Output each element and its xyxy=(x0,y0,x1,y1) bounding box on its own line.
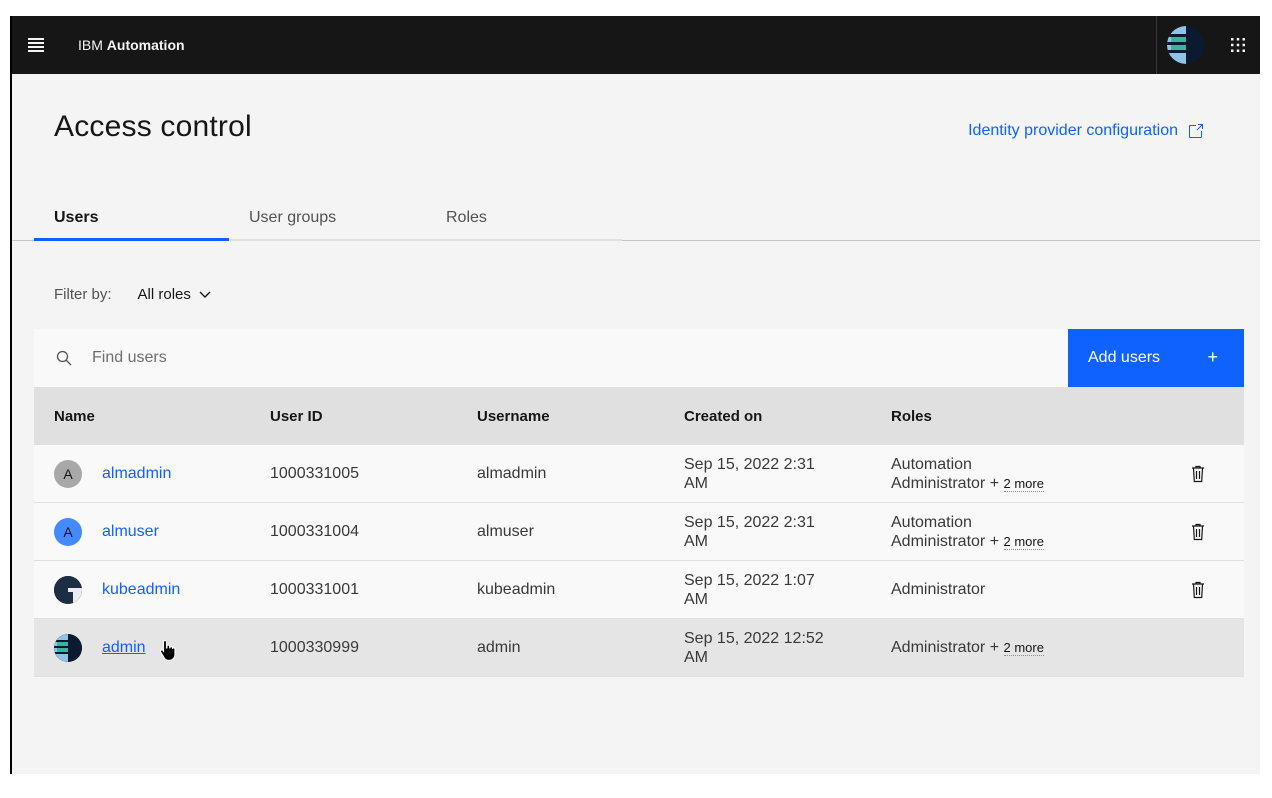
plus-icon: + xyxy=(1207,347,1218,367)
page-title: Access control xyxy=(54,110,252,143)
delete-icon[interactable] xyxy=(1190,523,1206,541)
chevron-down-icon xyxy=(199,291,211,298)
table-row[interactable]: kubeadmin 1000331001 kubeadmin Sep 15, 2… xyxy=(34,561,1244,619)
delete-icon[interactable] xyxy=(1190,465,1206,483)
user-image-icon xyxy=(54,575,82,604)
created-time-suffix: AM xyxy=(684,648,708,666)
roles-cell: Administrator xyxy=(891,580,1151,599)
table-row[interactable]: A almadmin 1000331005 almadmin Sep 15, 2… xyxy=(34,445,1244,503)
search-icon xyxy=(56,350,72,366)
created-time-suffix: AM xyxy=(684,590,708,608)
column-header-created-on[interactable]: Created on xyxy=(684,407,891,426)
roles-cell: Automation Administrator + 2 more xyxy=(891,513,1151,551)
tab-roles[interactable]: Roles xyxy=(426,197,622,241)
avatar: A xyxy=(54,517,82,546)
created-date: Sep 15, 2022 2:31 xyxy=(684,455,815,473)
user-avatar-icon xyxy=(1166,26,1205,64)
roles-cell: Automation Administrator + 2 more xyxy=(891,455,1151,493)
add-users-label: Add users xyxy=(1088,349,1161,366)
role-line-2: Administrator + xyxy=(891,474,1000,492)
app-switcher-button[interactable] xyxy=(1214,16,1260,74)
tab-list: Users User groups Roles xyxy=(34,197,622,241)
user-name-link[interactable]: almadmin xyxy=(102,465,171,483)
external-link-icon xyxy=(1189,124,1203,138)
created-on-cell: Sep 15, 2022 12:52 AM xyxy=(684,629,891,667)
hamburger-menu-button[interactable] xyxy=(12,16,60,74)
filter-row: Filter by: All roles xyxy=(54,286,211,303)
identity-provider-link[interactable]: Identity provider configuration xyxy=(968,122,1204,140)
users-table: Name User ID Username Created on Roles A… xyxy=(34,387,1244,677)
user-name-link[interactable]: admin xyxy=(102,639,146,657)
table-toolbar: Add users + xyxy=(34,329,1244,387)
created-date: Sep 15, 2022 12:52 xyxy=(684,629,824,647)
search-input[interactable] xyxy=(92,349,992,367)
app-window: IBM Automation Access control Identity p… xyxy=(10,16,1260,774)
table-header-row: Name User ID Username Created on Roles xyxy=(34,387,1244,445)
roles-cell: Administrator + 2 more xyxy=(891,638,1151,657)
user-id-cell: 1000331001 xyxy=(270,580,359,598)
user-id-cell: 1000331004 xyxy=(270,522,359,540)
app-switcher-icon xyxy=(1231,38,1245,52)
table-row[interactable]: admin 1000330999 admin Sep 15, 2022 12:5… xyxy=(34,619,1244,677)
user-id-cell: 1000331005 xyxy=(270,464,359,482)
hand-pointer-cursor-icon xyxy=(159,639,176,661)
column-header-user-id[interactable]: User ID xyxy=(270,408,477,425)
username-cell: almadmin xyxy=(477,464,547,482)
table-row[interactable]: A almuser 1000331004 almuser Sep 15, 202… xyxy=(34,503,1244,561)
product-name[interactable]: IBM Automation xyxy=(60,37,185,53)
user-name-link[interactable]: almuser xyxy=(102,523,159,541)
top-header: IBM Automation xyxy=(12,16,1260,74)
created-on-cell: Sep 15, 2022 1:07 AM xyxy=(684,571,891,609)
role-filter-dropdown[interactable]: All roles xyxy=(138,286,211,303)
column-header-username[interactable]: Username xyxy=(477,408,684,425)
user-avatar-button[interactable] xyxy=(1156,16,1214,74)
search-container xyxy=(34,329,1068,387)
column-header-name[interactable]: Name xyxy=(34,408,270,425)
role-line-1: Administrator xyxy=(891,581,986,598)
created-time-suffix: AM xyxy=(684,474,708,492)
role-line-1: Automation xyxy=(891,513,972,531)
tab-users[interactable]: Users xyxy=(34,197,229,241)
user-image-icon xyxy=(54,633,82,662)
page-header: Access control Identity provider configu… xyxy=(12,74,1260,241)
username-cell: admin xyxy=(477,638,521,656)
user-name-link[interactable]: kubeadmin xyxy=(102,581,180,599)
brand-prefix: IBM xyxy=(78,37,103,53)
avatar xyxy=(54,633,82,662)
more-roles-tooltip-trigger[interactable]: 2 more xyxy=(1003,533,1044,550)
created-date: Sep 15, 2022 2:31 xyxy=(684,513,815,531)
created-date: Sep 15, 2022 1:07 xyxy=(684,571,815,589)
add-users-button[interactable]: Add users + xyxy=(1068,329,1244,387)
role-filter-value: All roles xyxy=(137,286,191,303)
identity-provider-link-label: Identity provider configuration xyxy=(968,122,1178,139)
filter-label: Filter by: xyxy=(54,286,112,303)
role-line-1: Automation xyxy=(891,455,972,473)
avatar: A xyxy=(54,459,82,488)
more-roles-tooltip-trigger[interactable]: 2 more xyxy=(1003,640,1044,656)
username-cell: almuser xyxy=(477,522,534,540)
created-on-cell: Sep 15, 2022 2:31 AM xyxy=(684,455,891,493)
hamburger-icon xyxy=(28,38,44,52)
username-cell: kubeadmin xyxy=(477,580,556,598)
tab-user-groups[interactable]: User groups xyxy=(229,197,426,241)
column-header-roles[interactable]: Roles xyxy=(891,407,1151,426)
role-line-1: Administrator + xyxy=(891,639,1000,656)
created-on-cell: Sep 15, 2022 2:31 AM xyxy=(684,513,891,551)
more-roles-tooltip-trigger[interactable]: 2 more xyxy=(1003,475,1044,492)
avatar xyxy=(54,575,82,604)
delete-icon[interactable] xyxy=(1190,581,1206,599)
user-id-cell: 1000330999 xyxy=(270,638,359,656)
role-line-2: Administrator + xyxy=(891,532,1000,550)
brand-name: Automation xyxy=(106,37,185,53)
created-time-suffix: AM xyxy=(684,532,708,550)
